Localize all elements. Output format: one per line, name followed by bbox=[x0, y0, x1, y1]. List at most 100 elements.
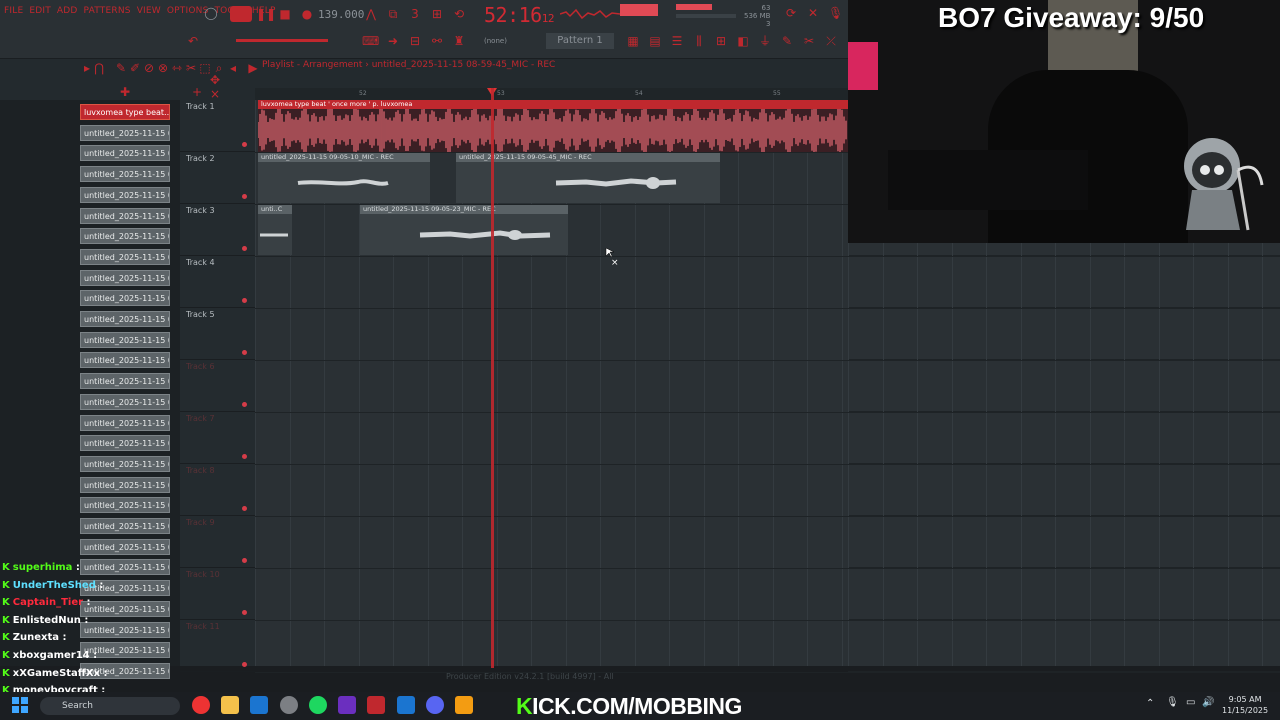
track-header[interactable]: Track 9 bbox=[180, 516, 255, 568]
tools-icon[interactable]: ✂ bbox=[802, 34, 816, 48]
pitch-slider[interactable] bbox=[676, 14, 736, 18]
picker-item[interactable]: untitled_2025-11-15 08- bbox=[80, 455, 170, 472]
chrome-icon[interactable] bbox=[192, 696, 210, 714]
play-button[interactable]: ❚❚ bbox=[256, 7, 276, 21]
picker-item[interactable]: untitled_2025-11-15 08- bbox=[80, 269, 170, 286]
play-playlist-icon[interactable]: ▶ bbox=[246, 61, 260, 75]
picker-item[interactable]: untitled_2025-11-15 08- bbox=[80, 124, 170, 141]
track-mute-led[interactable] bbox=[242, 194, 247, 199]
track-mute-led[interactable] bbox=[242, 350, 247, 355]
scissors-icon[interactable]: ⤫ bbox=[824, 34, 838, 48]
chat-username[interactable]: UnderTheShed bbox=[13, 580, 96, 591]
playhead[interactable] bbox=[491, 88, 494, 668]
close-icon[interactable]: ✕ bbox=[806, 6, 820, 20]
picker-item[interactable]: untitled_2025-11-15 08- bbox=[80, 331, 170, 348]
slice-icon[interactable]: ✂ bbox=[184, 61, 198, 75]
chevron-up-icon[interactable]: ⌃ bbox=[1146, 698, 1154, 709]
microphone-tray-icon[interactable]: 🎙 bbox=[1166, 697, 1179, 708]
spotify-icon[interactable] bbox=[309, 696, 327, 714]
resize-icon[interactable]: ✥ bbox=[208, 73, 222, 87]
picker-item[interactable]: untitled_2025-11-15 08- bbox=[80, 186, 170, 203]
tempo-display[interactable]: 139.000 bbox=[318, 8, 364, 21]
menu-edit[interactable]: EDIT bbox=[29, 6, 51, 16]
track-header[interactable]: Track 3 bbox=[180, 204, 255, 256]
mute-icon[interactable]: ⊗ bbox=[156, 61, 170, 75]
audio-clip[interactable]: untitled_2025-11-15 09-05-45_MIC - REC bbox=[456, 153, 720, 203]
store-icon[interactable] bbox=[397, 696, 415, 714]
menu-view[interactable]: VIEW bbox=[137, 6, 161, 16]
picker-item[interactable]: untitled_2025-11-15 08- bbox=[80, 559, 170, 576]
audio-clip[interactable]: untitled_2025-11-15 09-05-23_MIC - REC bbox=[360, 205, 568, 255]
windows-start-icon[interactable] bbox=[12, 697, 28, 713]
picker-item[interactable]: untitled_2025-11-15 08- bbox=[80, 311, 170, 327]
picker-item[interactable]: untitled_2025-11-15 08- bbox=[80, 145, 170, 162]
slip-icon[interactable]: ⇿ bbox=[170, 61, 184, 75]
picker-item[interactable]: untitled_2025-11-15 08- bbox=[80, 600, 170, 617]
piano-roll-icon[interactable]: ▤ bbox=[648, 34, 662, 48]
menu-patterns[interactable]: PATTERNS bbox=[84, 6, 131, 16]
track-header[interactable]: Track 7 bbox=[180, 412, 255, 464]
taskbar-search[interactable]: Search bbox=[40, 697, 180, 715]
picker-item[interactable]: untitled_2025-11-15 08- bbox=[80, 414, 170, 431]
track-header[interactable]: Track 5 bbox=[180, 308, 255, 360]
arrow-right-icon[interactable]: ➜ bbox=[386, 34, 400, 48]
loop-record-icon[interactable]: ⟲ bbox=[452, 7, 466, 21]
track-mute-led[interactable] bbox=[242, 402, 247, 407]
master-volume[interactable] bbox=[676, 4, 712, 10]
mixer-icon[interactable]: ⫼ bbox=[692, 34, 706, 48]
main-volume-slider[interactable] bbox=[236, 39, 328, 42]
pencil-icon[interactable]: ✎ bbox=[114, 61, 128, 75]
picker-item[interactable]: untitled_2025-11-15 08- bbox=[80, 228, 170, 245]
delete-icon[interactable]: ⊘ bbox=[142, 61, 156, 75]
track-header[interactable]: Track 1 bbox=[180, 100, 255, 152]
track-mute-led[interactable] bbox=[242, 506, 247, 511]
menu-add[interactable]: ADD bbox=[57, 6, 78, 16]
network-icon[interactable]: ▭ bbox=[1186, 697, 1195, 708]
snap-icon[interactable]: ⊟ bbox=[408, 34, 422, 48]
picker-item[interactable]: untitled_2025-11-15 08- bbox=[80, 207, 170, 224]
stop-button[interactable]: ■ bbox=[278, 7, 292, 21]
song-mode-toggle[interactable] bbox=[230, 6, 252, 22]
remove-icon[interactable]: × bbox=[208, 87, 222, 101]
refresh-icon[interactable]: ⟳ bbox=[784, 6, 798, 20]
plugin-icon[interactable]: ◧ bbox=[736, 34, 750, 48]
browser-icon[interactable]: ⊞ bbox=[714, 34, 728, 48]
picker-item[interactable]: luvxomea type beat.. bbox=[80, 104, 170, 120]
timeline-ruler[interactable]: 52 53 54 55 bbox=[255, 88, 848, 100]
picker-item[interactable]: untitled_2025-11-15 08- bbox=[80, 248, 170, 265]
track-mute-led[interactable] bbox=[242, 454, 247, 459]
record-button[interactable]: ● bbox=[300, 7, 314, 21]
keyboard-icon[interactable]: ⌨ bbox=[362, 34, 379, 48]
picker-item[interactable]: untitled_2025-11-15 08- bbox=[80, 352, 170, 369]
undo-icon[interactable]: ↶ bbox=[186, 34, 200, 48]
fl-studio-icon[interactable] bbox=[455, 696, 473, 714]
plug-icon[interactable]: ⏚ bbox=[758, 34, 772, 48]
playlist-icon[interactable]: ☰ bbox=[670, 34, 684, 48]
channel-rack-icon[interactable]: ▦ bbox=[626, 34, 640, 48]
picker-item[interactable]: untitled_2025-11-15 08- bbox=[80, 290, 170, 307]
discord-icon[interactable] bbox=[426, 696, 444, 714]
audio-clip[interactable]: untitled_2025-11-15 09-05-10_MIC - REC bbox=[258, 153, 430, 203]
playback-icon[interactable]: ◂ bbox=[226, 61, 240, 75]
file-explorer-icon[interactable] bbox=[221, 696, 239, 714]
track-header[interactable]: Track 2 bbox=[180, 152, 255, 204]
picker-item[interactable]: untitled_2025-11-15 08- bbox=[80, 538, 170, 555]
wait-input-icon[interactable]: ⧉ bbox=[386, 7, 400, 21]
brush-icon[interactable]: ✐ bbox=[128, 61, 142, 75]
pattern-selector[interactable]: Pattern 1 bbox=[546, 33, 614, 49]
track-mute-led[interactable] bbox=[242, 662, 247, 667]
chat-username[interactable]: EnlistedNun bbox=[13, 615, 81, 626]
microphone-icon[interactable]: 🎙 bbox=[828, 6, 843, 20]
add-track-icon[interactable]: ✚ bbox=[118, 85, 132, 99]
track-mute-led[interactable] bbox=[242, 610, 247, 615]
metronome-icon[interactable]: ⋀ bbox=[364, 7, 378, 21]
magnet-icon[interactable]: ⋂ bbox=[92, 61, 106, 75]
audio-clip[interactable]: luvxomea type beat ' once more ' p. luvx… bbox=[258, 100, 848, 152]
menu-options[interactable]: OPTIONS bbox=[167, 6, 209, 16]
picker-item[interactable]: untitled_2025-11-15 08- bbox=[80, 166, 170, 183]
countdown-icon[interactable]: 3 bbox=[408, 7, 422, 21]
edit-icon[interactable]: ✎ bbox=[780, 34, 794, 48]
chat-username[interactable]: Zunexta bbox=[13, 632, 59, 643]
volume-icon[interactable]: 🔊 bbox=[1202, 697, 1214, 708]
track-mute-led[interactable] bbox=[242, 246, 247, 251]
